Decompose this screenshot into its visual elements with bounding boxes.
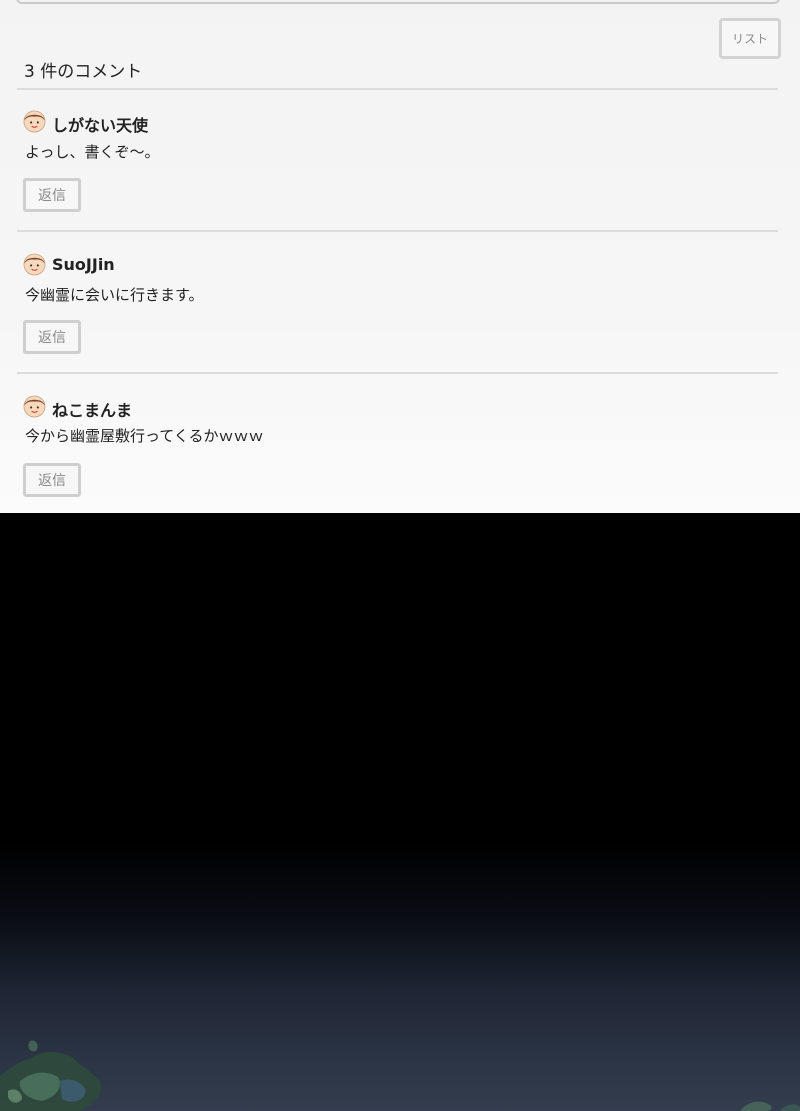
reply-button[interactable]: 返信 [23, 320, 81, 354]
comment-item: しがない天使 よっし、書くぞ〜。 返信 [0, 90, 800, 230]
comment-author[interactable]: ねこまんま [52, 397, 132, 421]
comment-text: よっし、書くぞ〜。 [25, 143, 160, 161]
avatar-icon [23, 395, 46, 418]
reply-button[interactable]: 返信 [23, 178, 81, 212]
comment-text: 今幽霊に会いに行きます。 [25, 286, 204, 304]
avatar-icon [23, 110, 46, 133]
reply-button[interactable]: 返信 [23, 463, 81, 497]
comment-item: ねこまんま 今から幽霊屋敷行ってくるかｗｗｗ 返信 [0, 374, 800, 514]
comment-count-title: 3 件のコメント [24, 62, 143, 82]
foliage-left [0, 1040, 102, 1111]
comment-item: SuoJJin 今幽霊に会いに行きます。 返信 [0, 232, 800, 372]
comment-text: 今から幽霊屋敷行ってくるかｗｗｗ [25, 427, 264, 445]
list-button[interactable]: リスト [719, 18, 781, 59]
comment-author[interactable]: しがない天使 [52, 112, 148, 136]
avatar-icon [23, 253, 46, 276]
comment-author[interactable]: SuoJJin [52, 255, 115, 274]
comments-panel: リスト 3 件のコメント しがない天使 よっし、書くぞ〜。 返信 SuoJJin… [0, 0, 800, 513]
comment-form-edge [16, 0, 780, 4]
night-scene-image [0, 513, 800, 1111]
foliage-right [740, 1101, 800, 1111]
